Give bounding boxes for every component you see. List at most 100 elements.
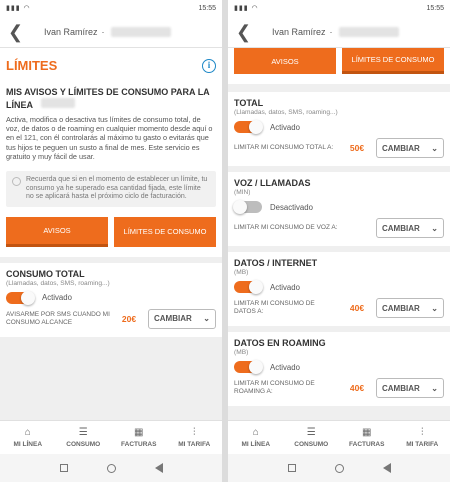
page-title-bar: LÍMITES i: [0, 48, 222, 79]
redacted-number: [110, 26, 171, 37]
recents-icon[interactable]: [59, 464, 68, 472]
nav-label: MI TARIFA: [406, 441, 439, 448]
sliders-icon: ⫶: [193, 427, 196, 438]
limit-row: AVISARME POR SMS CUANDO MI CONSUMO ALCAN…: [6, 308, 216, 329]
invoice-icon: ▦: [362, 427, 372, 438]
limit-row: LIMITAR MI CONSUMO DE VOZ A: CAMBIAR ⌄: [234, 218, 444, 238]
system-back-icon[interactable]: [154, 463, 163, 473]
tab-avisos[interactable]: AVISOS: [234, 48, 336, 74]
consumo-total-section: CONSUMO TOTAL (Llamadas, datos, SMS, roa…: [0, 262, 222, 337]
limit-row: LIMITAR MI CONSUMO DE ROAMING A: 40€ CAM…: [234, 378, 444, 398]
limit-label: LIMITAR MI CONSUMO DE ROAMING A:: [234, 380, 315, 395]
nav-mi-linea[interactable]: ⌂ MI LÍNEA: [228, 421, 284, 454]
toggle-label: Desactivado: [270, 202, 313, 212]
sliders-icon: ⫶: [421, 427, 424, 438]
tab-limites-consumo[interactable]: LÍMITES DE CONSUMO: [114, 216, 216, 247]
toggle-knob: [233, 200, 247, 214]
limit-label: AVISARME POR SMS CUANDO MI CONSUMO ALCAN…: [6, 310, 110, 326]
signal-icon: ▮▮▮ ◠: [234, 5, 259, 12]
user-separator: ·: [101, 26, 105, 37]
section-title: VOZ / LLAMADAS: [234, 178, 311, 188]
voz-section: VOZ / LLAMADAS (MIN) Desactivado LIMITAR…: [228, 172, 450, 246]
roaming-toggle[interactable]: [234, 360, 263, 374]
section-subtitle: (Llamadas, datos, SMS, roaming...): [6, 279, 110, 287]
cambiar-dropdown[interactable]: CAMBIAR ⌄: [376, 218, 444, 238]
consumo-total-toggle[interactable]: [6, 290, 35, 305]
nav-facturas[interactable]: ▦ FACTURAS: [111, 421, 167, 454]
chevron-down-icon: ⌄: [203, 314, 210, 324]
back-arrow-icon[interactable]: ❮: [8, 23, 30, 41]
notice-text: Recuerda que si en el momento de estable…: [26, 176, 208, 201]
section-subtitle: (MB): [234, 349, 249, 356]
datos-toggle[interactable]: [234, 280, 263, 294]
toggle-label: Activado: [270, 362, 300, 372]
toggle-row: Activado: [234, 280, 444, 294]
signal-icon: ▮▮▮ ◠: [6, 5, 31, 12]
section-title: TOTAL: [234, 98, 264, 108]
toggle-knob: [249, 280, 263, 294]
total-toggle[interactable]: [234, 120, 263, 134]
cambiar-dropdown[interactable]: CAMBIAR ⌄: [376, 298, 444, 318]
status-time-right: 15:55: [426, 4, 444, 12]
limit-amount: 40€: [349, 303, 365, 313]
toggle-row: Desactivado: [233, 200, 444, 214]
status-bar: ▮▮▮ ◠ 15:55: [228, 0, 450, 16]
system-nav-bar: [228, 454, 450, 482]
home-icon: ⌂: [252, 427, 259, 438]
back-arrow-icon[interactable]: ❮: [236, 23, 258, 41]
home-button-icon[interactable]: [106, 463, 116, 473]
cambiar-dropdown[interactable]: CAMBIAR ⌄: [376, 378, 444, 398]
limit-amount: 40€: [349, 383, 365, 393]
section-heading: MIS AVISOS Y LÍMITES DE CONSUMO PARA LA …: [0, 79, 222, 111]
limit-label: LIMITAR MI CONSUMO DE VOZ A:: [234, 224, 338, 231]
nav-consumo[interactable]: ☰ CONSUMO: [284, 421, 340, 454]
nav-mi-tarifa[interactable]: ⫶ MI TARIFA: [167, 421, 223, 454]
toggle-row: Activado: [6, 290, 216, 305]
nav-facturas[interactable]: ▦ FACTURAS: [339, 421, 395, 454]
status-time-left: 15:55: [198, 4, 216, 12]
limit-amount: 50€: [349, 143, 365, 153]
toggle-label: Activado: [270, 122, 300, 132]
voz-toggle[interactable]: [233, 200, 262, 214]
info-icon[interactable]: i: [202, 58, 216, 73]
datos-section: DATOS / INTERNET (MB) Activado LIMITAR M…: [228, 252, 450, 326]
app-bar: ❮ Ivan Ramírez ·: [0, 16, 222, 48]
limit-label: LIMITAR MI CONSUMO DE DATOS A:: [234, 300, 315, 315]
toggle-row: Activado: [234, 120, 444, 134]
nav-label: FACTURAS: [121, 441, 157, 448]
invoice-icon: ▦: [134, 427, 144, 438]
roaming-section: DATOS EN ROAMING (MB) Activado LIMITAR M…: [228, 332, 450, 406]
intro-text: Activa, modifica o desactiva tus límites…: [6, 115, 213, 161]
tab-avisos[interactable]: AVISOS: [6, 216, 108, 247]
cambiar-dropdown[interactable]: CAMBIAR ⌄: [376, 138, 444, 158]
nav-consumo[interactable]: ☰ CONSUMO: [56, 421, 112, 454]
page-title: LÍMITES: [6, 58, 58, 73]
home-icon: ⌂: [24, 427, 31, 438]
nav-label: CONSUMO: [294, 441, 329, 448]
cambiar-dropdown[interactable]: CAMBIAR ⌄: [148, 308, 216, 329]
left-screen: ▮▮▮ ◠ 15:55 ❮ Ivan Ramírez · LÍMITES i M…: [0, 0, 222, 482]
nav-mi-linea[interactable]: ⌂ MI LÍNEA: [0, 421, 56, 454]
toggle-knob: [249, 360, 263, 374]
toggle-knob: [249, 120, 263, 134]
home-button-icon[interactable]: [334, 463, 344, 473]
user-separator: ·: [329, 26, 333, 37]
tabs: AVISOS LÍMITES DE CONSUMO: [0, 213, 222, 257]
chevron-down-icon: ⌄: [431, 223, 438, 233]
tab-limites-consumo[interactable]: LÍMITES DE CONSUMO: [342, 48, 444, 74]
nav-mi-tarifa[interactable]: ⫶ MI TARIFA: [395, 421, 450, 454]
limit-label: LIMITAR MI CONSUMO TOTAL A:: [234, 144, 334, 151]
toggle-row: Activado: [234, 360, 444, 374]
intro-card: MIS AVISOS Y LÍMITES DE CONSUMO PARA LA …: [0, 79, 222, 257]
consumo-icon: ☰: [78, 427, 88, 438]
section-subtitle: (Llamadas, datos, SMS, roaming...): [234, 109, 338, 116]
recents-icon[interactable]: [287, 464, 296, 472]
right-screen: ▮▮▮ ◠ 15:55 ❮ Ivan Ramírez · AVISOS LÍMI…: [228, 0, 450, 482]
user-name: Ivan Ramírez: [272, 26, 326, 37]
nav-label: CONSUMO: [66, 441, 101, 448]
system-back-icon[interactable]: [382, 463, 391, 473]
bottom-nav: ⌂ MI LÍNEA ☰ CONSUMO ▦ FACTURAS ⫶ MI TAR…: [0, 420, 222, 454]
section-subtitle: (MB): [234, 269, 249, 276]
user-name: Ivan Ramírez: [44, 26, 98, 37]
nav-label: MI LÍNEA: [13, 441, 43, 448]
